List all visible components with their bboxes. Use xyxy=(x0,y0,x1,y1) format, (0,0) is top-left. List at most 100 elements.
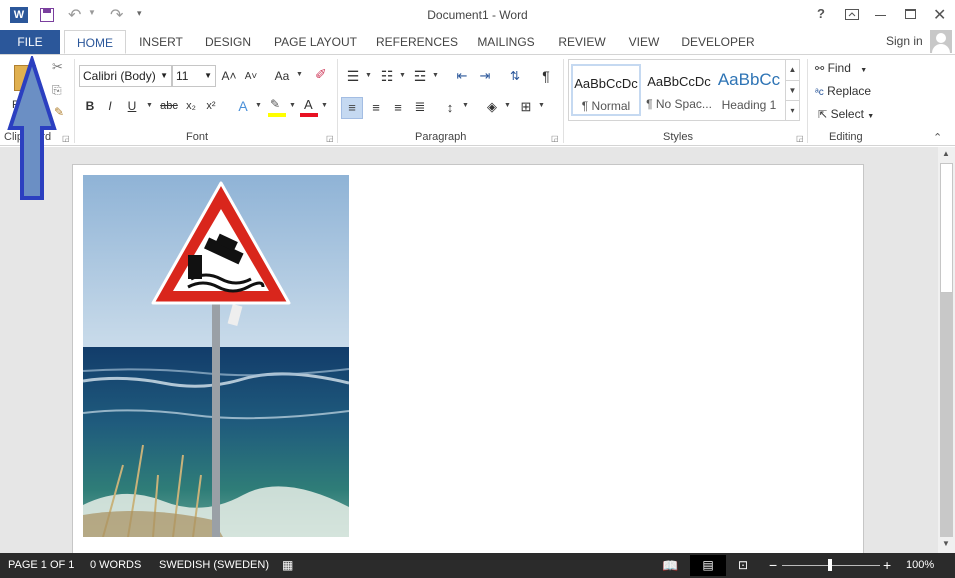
tab-insert[interactable]: INSERT xyxy=(132,30,190,54)
sign-in-link[interactable]: Sign in xyxy=(886,34,923,48)
italic-button[interactable]: I xyxy=(102,97,118,115)
numbering-dropdown-icon[interactable]: ▼ xyxy=(399,72,406,79)
line-spacing-button[interactable]: ↕ xyxy=(440,97,460,117)
style-normal[interactable]: AaBbCcDc ¶ Normal xyxy=(571,64,641,116)
help-button[interactable]: ? xyxy=(817,6,825,21)
text-effects-dropdown-icon[interactable]: ▼ xyxy=(255,102,262,109)
font-launcher-icon[interactable]: ◲ xyxy=(326,134,334,143)
zoom-in-button[interactable]: + xyxy=(883,553,891,578)
bullets-dropdown-icon[interactable]: ▼ xyxy=(365,72,372,79)
change-case-dropdown-icon[interactable]: ▼ xyxy=(296,71,303,78)
document-page[interactable] xyxy=(72,164,864,564)
tab-references[interactable]: REFERENCES xyxy=(372,30,462,54)
maximize-button[interactable] xyxy=(905,9,916,19)
ribbon-display-options-icon[interactable] xyxy=(845,9,859,20)
underline-dropdown-icon[interactable]: ▼ xyxy=(146,102,153,109)
tab-page-layout[interactable]: PAGE LAYOUT xyxy=(268,30,363,54)
document-area xyxy=(0,147,938,564)
separator xyxy=(563,59,564,143)
align-right-button[interactable]: ≡ xyxy=(388,97,408,117)
tab-mailings[interactable]: MAILINGS xyxy=(470,30,542,54)
find-dropdown-icon[interactable]: ▼ xyxy=(860,67,867,74)
scroll-down-icon[interactable]: ▼ xyxy=(942,539,950,548)
collapse-ribbon-icon[interactable]: ⌃ xyxy=(933,131,942,144)
separator xyxy=(807,59,808,143)
styles-group-label: Styles xyxy=(663,131,693,143)
highlight-dropdown-icon[interactable]: ▼ xyxy=(289,102,296,109)
scroll-up-icon[interactable]: ▲ xyxy=(942,149,950,158)
tab-review[interactable]: REVIEW xyxy=(552,30,612,54)
styles-scroll-down-button[interactable]: ▼ xyxy=(785,80,799,100)
change-case-button[interactable]: Aa xyxy=(270,67,294,85)
highlight-color-button[interactable]: ✎ xyxy=(268,97,286,117)
tab-developer[interactable]: DEVELOPER xyxy=(676,30,760,54)
style-no-spacing[interactable]: AaBbCcDc ¶ No Spac... xyxy=(643,64,715,116)
tab-file[interactable]: FILE xyxy=(0,30,60,54)
avatar[interactable] xyxy=(930,30,952,53)
subscript-button[interactable]: x₂ xyxy=(182,97,200,115)
tab-design[interactable]: DESIGN xyxy=(198,30,258,54)
shading-dropdown-icon[interactable]: ▼ xyxy=(504,102,511,109)
inserted-photo[interactable] xyxy=(83,175,349,537)
find-button[interactable]: ⚯ Find ▼ xyxy=(815,61,867,79)
justify-button[interactable]: ≣ xyxy=(410,97,430,117)
styles-scroll-up-button[interactable]: ▲ xyxy=(785,60,799,80)
zoom-out-button[interactable]: − xyxy=(769,553,777,578)
zoom-level[interactable]: 100% xyxy=(906,553,934,578)
minimize-button[interactable] xyxy=(875,15,886,16)
scroll-thumb[interactable] xyxy=(940,163,953,293)
style-heading-1[interactable]: AaBbCc Heading 1 xyxy=(715,64,783,116)
clear-formatting-icon[interactable]: ✐ xyxy=(315,66,327,83)
line-spacing-dropdown-icon[interactable]: ▼ xyxy=(462,102,469,109)
print-layout-icon[interactable]: ▤ xyxy=(690,555,726,576)
read-mode-icon[interactable]: 📖 xyxy=(662,553,678,578)
grow-font-button[interactable]: A˄ xyxy=(220,67,238,85)
show-formatting-button[interactable]: ¶ xyxy=(536,67,556,85)
vertical-scrollbar[interactable]: ▲ ▼ xyxy=(938,147,955,553)
page-count[interactable]: PAGE 1 OF 1 xyxy=(8,553,74,578)
borders-button[interactable]: ⊞ xyxy=(516,97,536,117)
find-label: Find xyxy=(827,61,851,75)
increase-indent-button[interactable]: ⇥ xyxy=(475,67,495,85)
select-button[interactable]: ⇱ Select ▼ xyxy=(818,107,874,125)
font-group-label: Font xyxy=(186,131,209,143)
align-center-button[interactable]: ≡ xyxy=(366,97,386,117)
decrease-indent-button[interactable]: ⇤ xyxy=(452,67,472,85)
strikethrough-button[interactable]: abc xyxy=(158,97,180,115)
align-left-button[interactable]: ≡ xyxy=(341,97,363,119)
underline-button[interactable]: U xyxy=(124,97,140,115)
word-count[interactable]: 0 WORDS xyxy=(90,553,141,578)
shading-button[interactable]: ◈ xyxy=(482,97,502,117)
font-size-dropdown[interactable]: 11 ▼ xyxy=(172,65,216,87)
multilevel-dropdown-icon[interactable]: ▼ xyxy=(432,72,439,79)
text-effects-button[interactable]: A xyxy=(234,97,252,115)
scroll-track[interactable] xyxy=(940,293,953,537)
bold-button[interactable]: B xyxy=(82,97,98,115)
close-button[interactable]: ✕ xyxy=(933,5,946,25)
styles-launcher-icon[interactable]: ◲ xyxy=(796,134,804,143)
borders-dropdown-icon[interactable]: ▼ xyxy=(538,102,545,109)
annotation-arrow xyxy=(7,56,57,200)
paragraph-group-label: Paragraph xyxy=(415,131,467,143)
select-dropdown-icon[interactable]: ▼ xyxy=(867,113,874,120)
paragraph-launcher-icon[interactable]: ◲ xyxy=(551,134,559,143)
language-indicator[interactable]: SWEDISH (SWEDEN) xyxy=(159,553,269,578)
web-layout-icon[interactable]: ⊡ xyxy=(738,553,748,578)
sort-button[interactable]: ⇅ xyxy=(505,67,525,85)
font-color-button[interactable]: A xyxy=(300,97,318,117)
tab-view[interactable]: VIEW xyxy=(622,30,666,54)
bullets-button[interactable]: ☰ xyxy=(344,67,362,85)
font-color-dropdown-icon[interactable]: ▼ xyxy=(321,102,328,109)
clipboard-launcher-icon[interactable]: ◲ xyxy=(62,134,70,143)
numbering-button[interactable]: ☷ xyxy=(378,67,396,85)
font-name-dropdown[interactable]: Calibri (Body) ▼ xyxy=(79,65,172,87)
shrink-font-button[interactable]: A˅ xyxy=(242,67,260,85)
zoom-slider-thumb[interactable] xyxy=(828,559,832,571)
tab-home[interactable]: HOME xyxy=(64,30,126,54)
macro-recording-icon[interactable]: ▦ xyxy=(282,553,293,578)
superscript-button[interactable]: x² xyxy=(202,97,220,115)
multilevel-list-button[interactable]: ☲ xyxy=(410,67,430,85)
replace-button[interactable]: ᵃc Replace xyxy=(815,84,871,102)
styles-more-button[interactable]: ▾ xyxy=(785,100,799,120)
separator xyxy=(337,59,338,143)
